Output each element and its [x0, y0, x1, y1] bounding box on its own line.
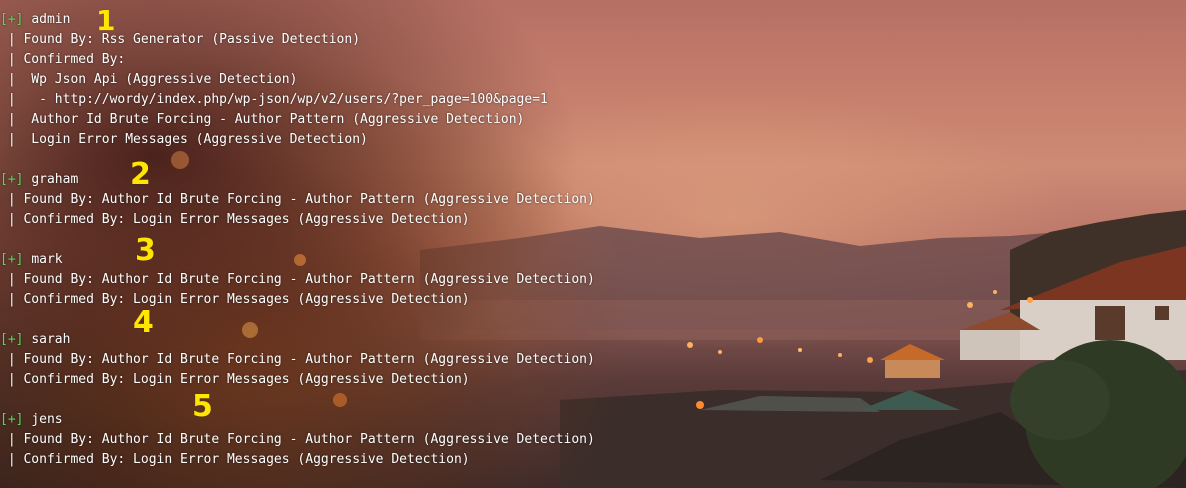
username: mark [31, 252, 63, 267]
found-tag: [+] [0, 412, 24, 427]
user-entry-header: [+] sarah [0, 330, 595, 350]
detection-line: | - http://wordy/index.php/wp-json/wp/v2… [0, 92, 548, 107]
found-tag: [+] [0, 12, 24, 27]
detection-line: | Found By: Rss Generator (Passive Detec… [0, 32, 361, 47]
username: admin [31, 12, 71, 27]
annotation-2: 2 [130, 157, 151, 192]
detection-line: | Found By: Author Id Brute Forcing - Au… [0, 272, 595, 287]
detection-line: | Author Id Brute Forcing - Author Patte… [0, 112, 525, 127]
username: graham [31, 172, 79, 187]
detection-line: | Confirmed By: Login Error Messages (Ag… [0, 452, 470, 467]
detection-line: | Confirmed By: Login Error Messages (Ag… [0, 212, 470, 227]
user-entry-header: [+] mark [0, 250, 595, 270]
user-entry-header: [+] admin [0, 10, 595, 30]
detection-line: | Login Error Messages (Aggressive Detec… [0, 132, 368, 147]
detection-line: | Found By: Author Id Brute Forcing - Au… [0, 432, 595, 447]
user-entry-header: [+] graham [0, 170, 595, 190]
detection-line: | Confirmed By: Login Error Messages (Ag… [0, 372, 470, 387]
detection-line: | Wp Json Api (Aggressive Detection) [0, 72, 298, 87]
username: sarah [31, 332, 71, 347]
detection-line: | Found By: Author Id Brute Forcing - Au… [0, 352, 595, 367]
annotation-5: 5 [192, 389, 213, 424]
found-tag: [+] [0, 172, 24, 187]
user-entry-header: [+] jens [0, 410, 595, 430]
found-tag: [+] [0, 252, 24, 267]
found-tag: [+] [0, 332, 24, 347]
annotation-4: 4 [133, 305, 154, 340]
username: jens [31, 412, 63, 427]
detection-line: | Found By: Author Id Brute Forcing - Au… [0, 192, 595, 207]
terminal-output: [+] admin | Found By: Rss Generator (Pas… [0, 10, 595, 470]
detection-line: | Confirmed By: [0, 52, 126, 67]
detection-line: | Confirmed By: Login Error Messages (Ag… [0, 292, 470, 307]
annotation-3: 3 [135, 233, 156, 268]
annotation-1: 1 [96, 4, 116, 37]
